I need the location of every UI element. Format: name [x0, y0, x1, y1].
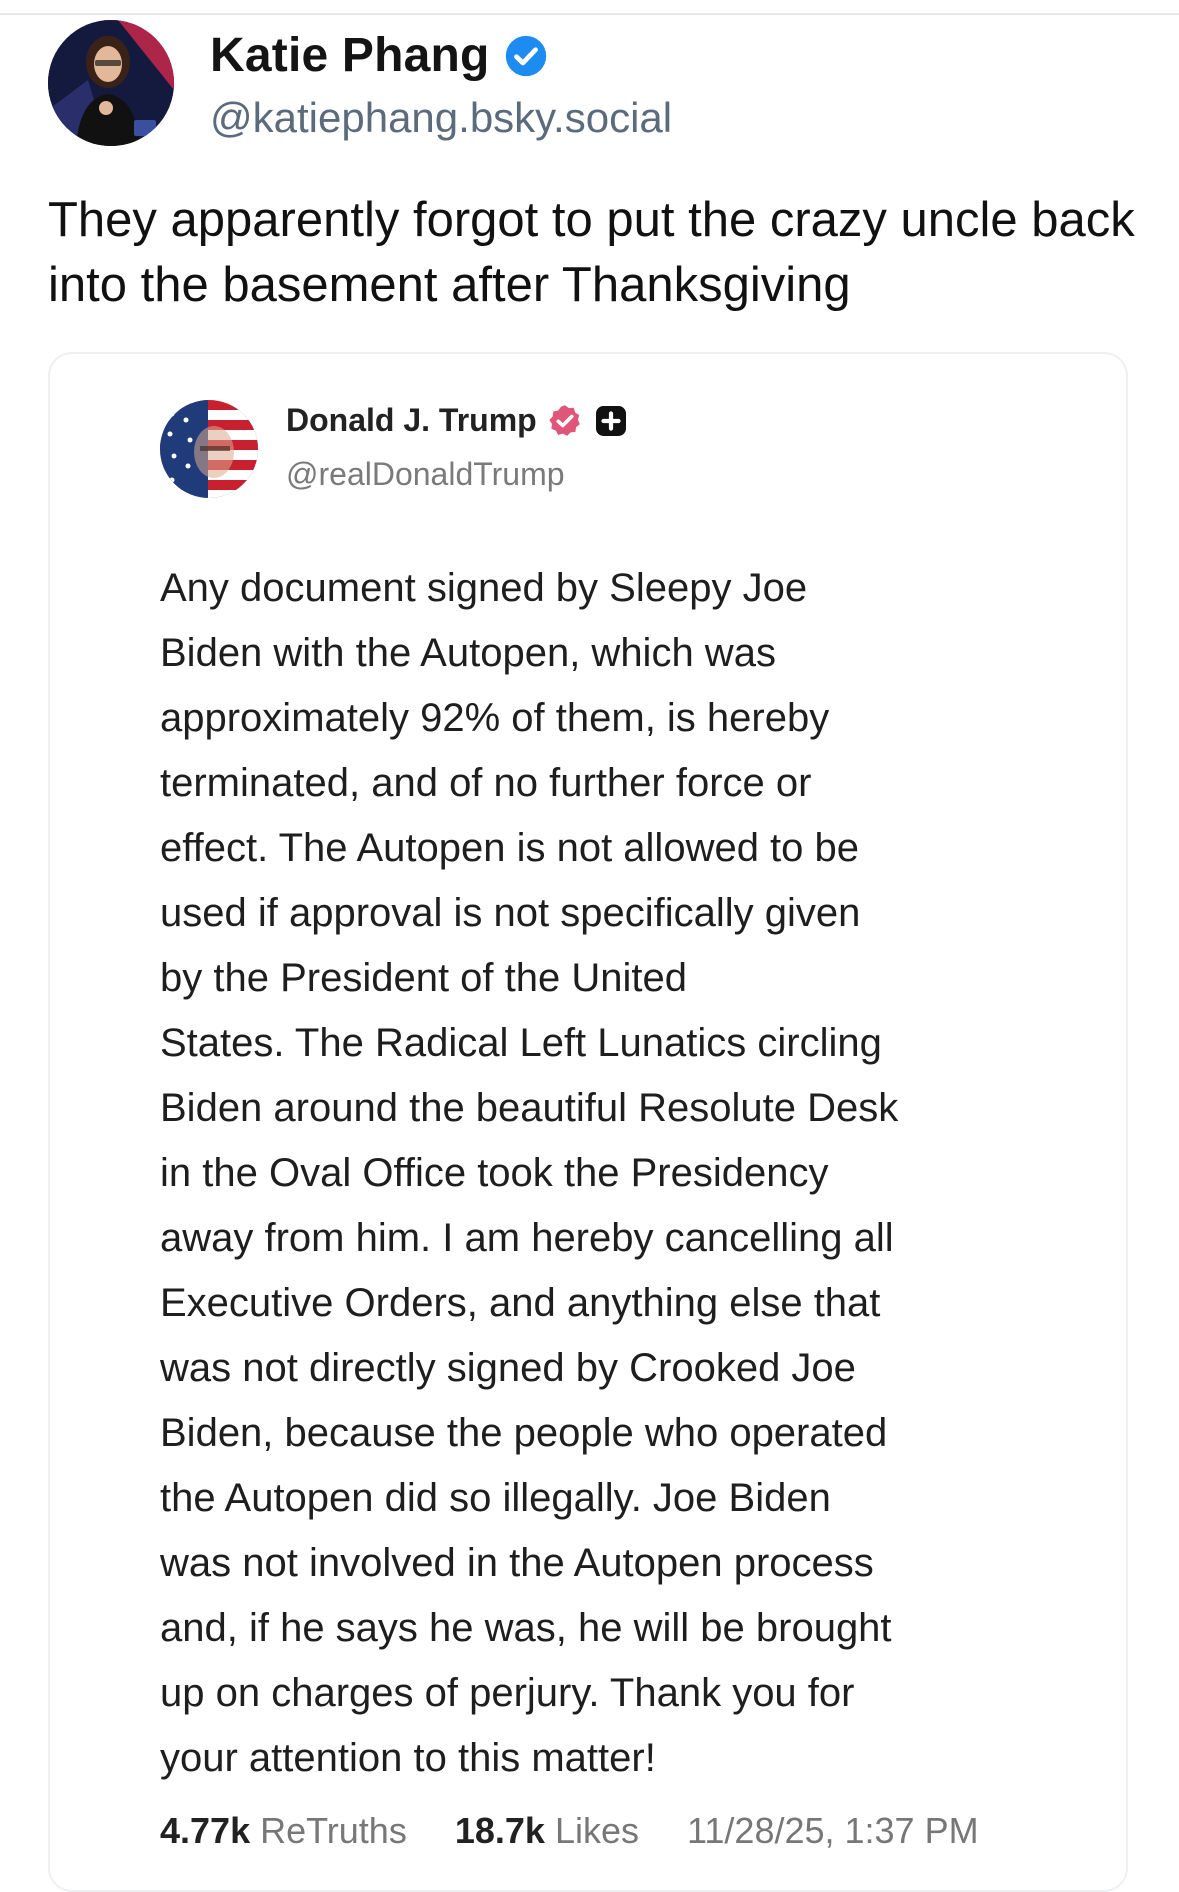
embed-text-line: approximately 92% of them, is hereby: [160, 696, 830, 740]
embed-text-line: by the President of the United: [160, 956, 687, 1000]
embed-text-line: Any document signed by Sleepy Joe: [160, 566, 808, 610]
embed-stats: 4.77k ReTruths 18.7k Likes 11/28/25, 1:3…: [160, 1810, 979, 1852]
embed-text-line: your attention to this matter!: [160, 1736, 656, 1780]
embed-text-line: Executive Orders, and anything else that: [160, 1281, 881, 1325]
embed-avatar-flag-icon: [160, 400, 258, 498]
post-timestamp: 11/28/25, 1:37 PM: [687, 1810, 979, 1851]
embed-author-name: Donald J. Trump: [286, 402, 537, 438]
embed-text-line: Biden with the Autopen, which was: [160, 631, 776, 675]
plus-square-icon: [593, 403, 629, 439]
embed-text-line: up on charges of perjury. Thank you for: [160, 1671, 855, 1715]
avatar-photo: [48, 20, 174, 146]
embed-text-line: terminated, and of no further force or: [160, 761, 812, 805]
embed-text-line: used if approval is not specifically giv…: [160, 891, 861, 935]
verified-check-icon: [504, 34, 548, 78]
embed-text-line: Biden around the beautiful Resolute Desk: [160, 1086, 899, 1130]
embed-author-row: Donald J. Trump: [286, 402, 629, 439]
embed-post-text: Any document signed by Sleepy Joe Biden …: [160, 556, 1020, 1791]
author-name-row: Katie Phang: [210, 28, 548, 83]
author-name[interactable]: Katie Phang: [210, 28, 490, 83]
retruths-count: 4.77k: [160, 1810, 251, 1851]
avatar[interactable]: [48, 20, 174, 146]
embed-text-line: was not involved in the Autopen process: [160, 1541, 874, 1585]
embed-text-line: away from him. I am hereby cancelling al…: [160, 1216, 894, 1260]
embed-text-line: in the Oval Office took the Presidency: [160, 1151, 829, 1195]
embed-author-handle: @realDonaldTrump: [286, 456, 565, 492]
embed-avatar: [160, 400, 258, 498]
post-text: They apparently forgot to put the crazy …: [48, 193, 1135, 312]
embed-text-line: and, if he says he was, he will be broug…: [160, 1606, 892, 1650]
retruths-label: ReTruths: [260, 1810, 407, 1851]
likes-count: 18.7k: [454, 1810, 545, 1851]
embed-text-line: was not directly signed by Crooked Joe: [160, 1346, 856, 1390]
likes-label: Likes: [554, 1810, 640, 1851]
top-divider: [0, 13, 1179, 15]
author-handle[interactable]: @katiephang.bsky.social: [210, 94, 672, 142]
embed-text-line: effect. The Autopen is not allowed to be: [160, 826, 860, 870]
embed-text-line: States. The Radical Left Lunatics circli…: [160, 1021, 882, 1065]
embed-text-line: the Autopen did so illegally. Joe Biden: [160, 1476, 831, 1520]
verified-badge-icon: [547, 403, 583, 439]
embed-text-line: Biden, because the people who operated: [160, 1411, 888, 1455]
